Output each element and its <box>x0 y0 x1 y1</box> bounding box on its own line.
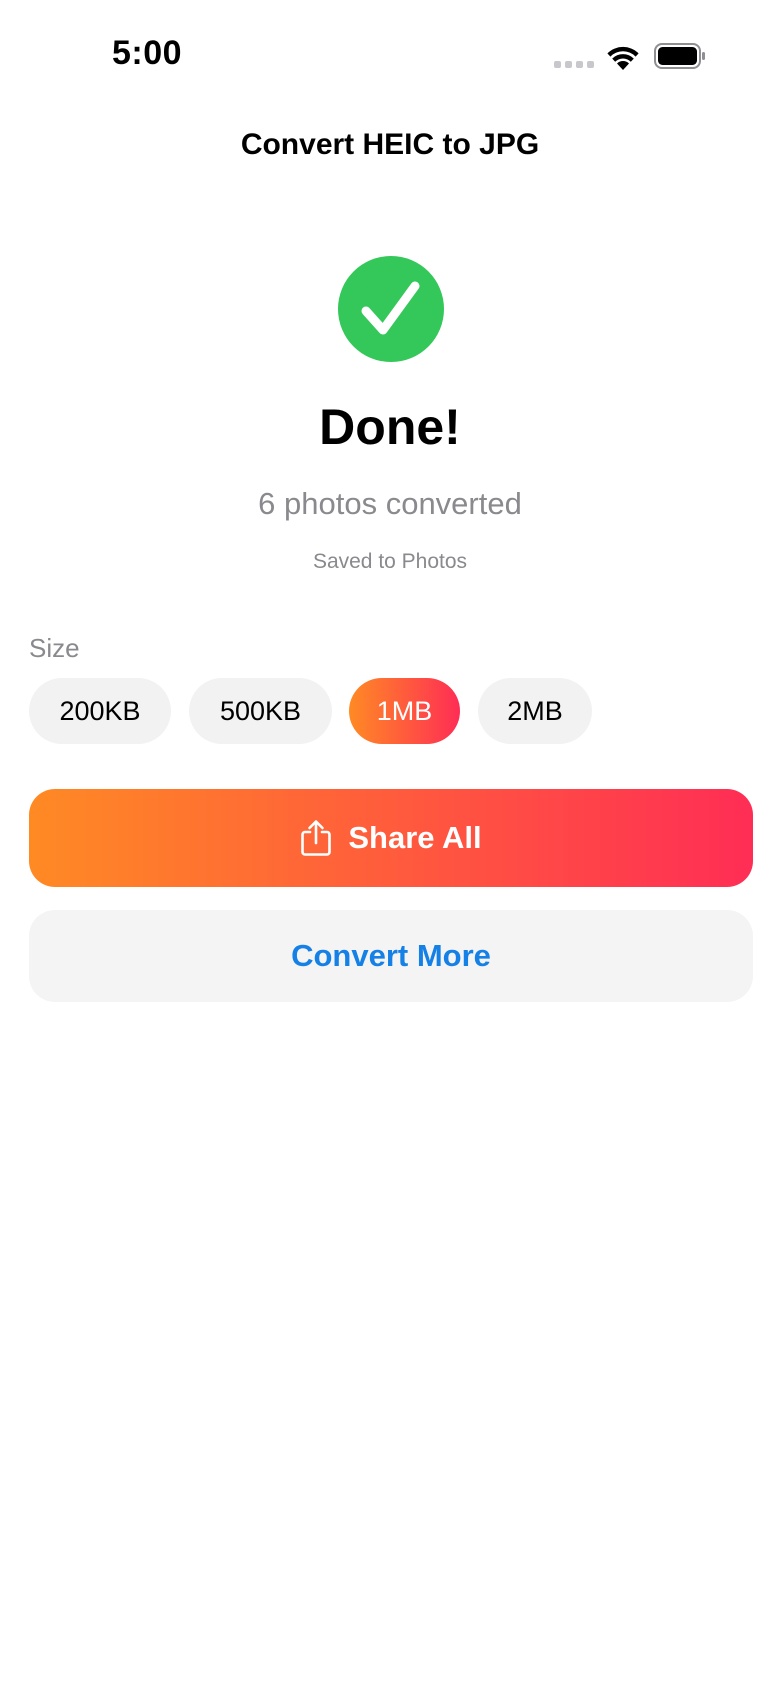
convert-more-button[interactable]: Convert More <box>29 910 753 1002</box>
done-title: Done! <box>319 399 461 455</box>
battery-icon <box>654 43 705 69</box>
cellular-signal-icon <box>554 61 594 69</box>
page-title: Convert HEIC to JPG <box>240 128 540 161</box>
size-chip-200kb[interactable]: 200KB <box>29 678 171 744</box>
checkmark-circle-icon <box>338 256 444 362</box>
size-chip-2mb[interactable]: 2MB <box>478 678 592 744</box>
wifi-icon <box>607 46 639 70</box>
size-label: Size <box>29 633 80 663</box>
status-bar: 5:00 <box>0 0 780 110</box>
size-chip-500kb[interactable]: 500KB <box>189 678 332 744</box>
saved-to-photos-text: Saved to Photos <box>312 550 468 573</box>
status-time: 5:00 <box>112 34 183 72</box>
photos-converted-count: 6 photos converted <box>258 486 522 521</box>
share-all-label: Share All <box>348 820 482 855</box>
size-chip-1mb[interactable]: 1MB <box>349 678 460 744</box>
convert-more-label: Convert More <box>291 938 491 973</box>
share-icon <box>301 820 332 856</box>
share-all-button[interactable]: Share All <box>29 789 753 887</box>
